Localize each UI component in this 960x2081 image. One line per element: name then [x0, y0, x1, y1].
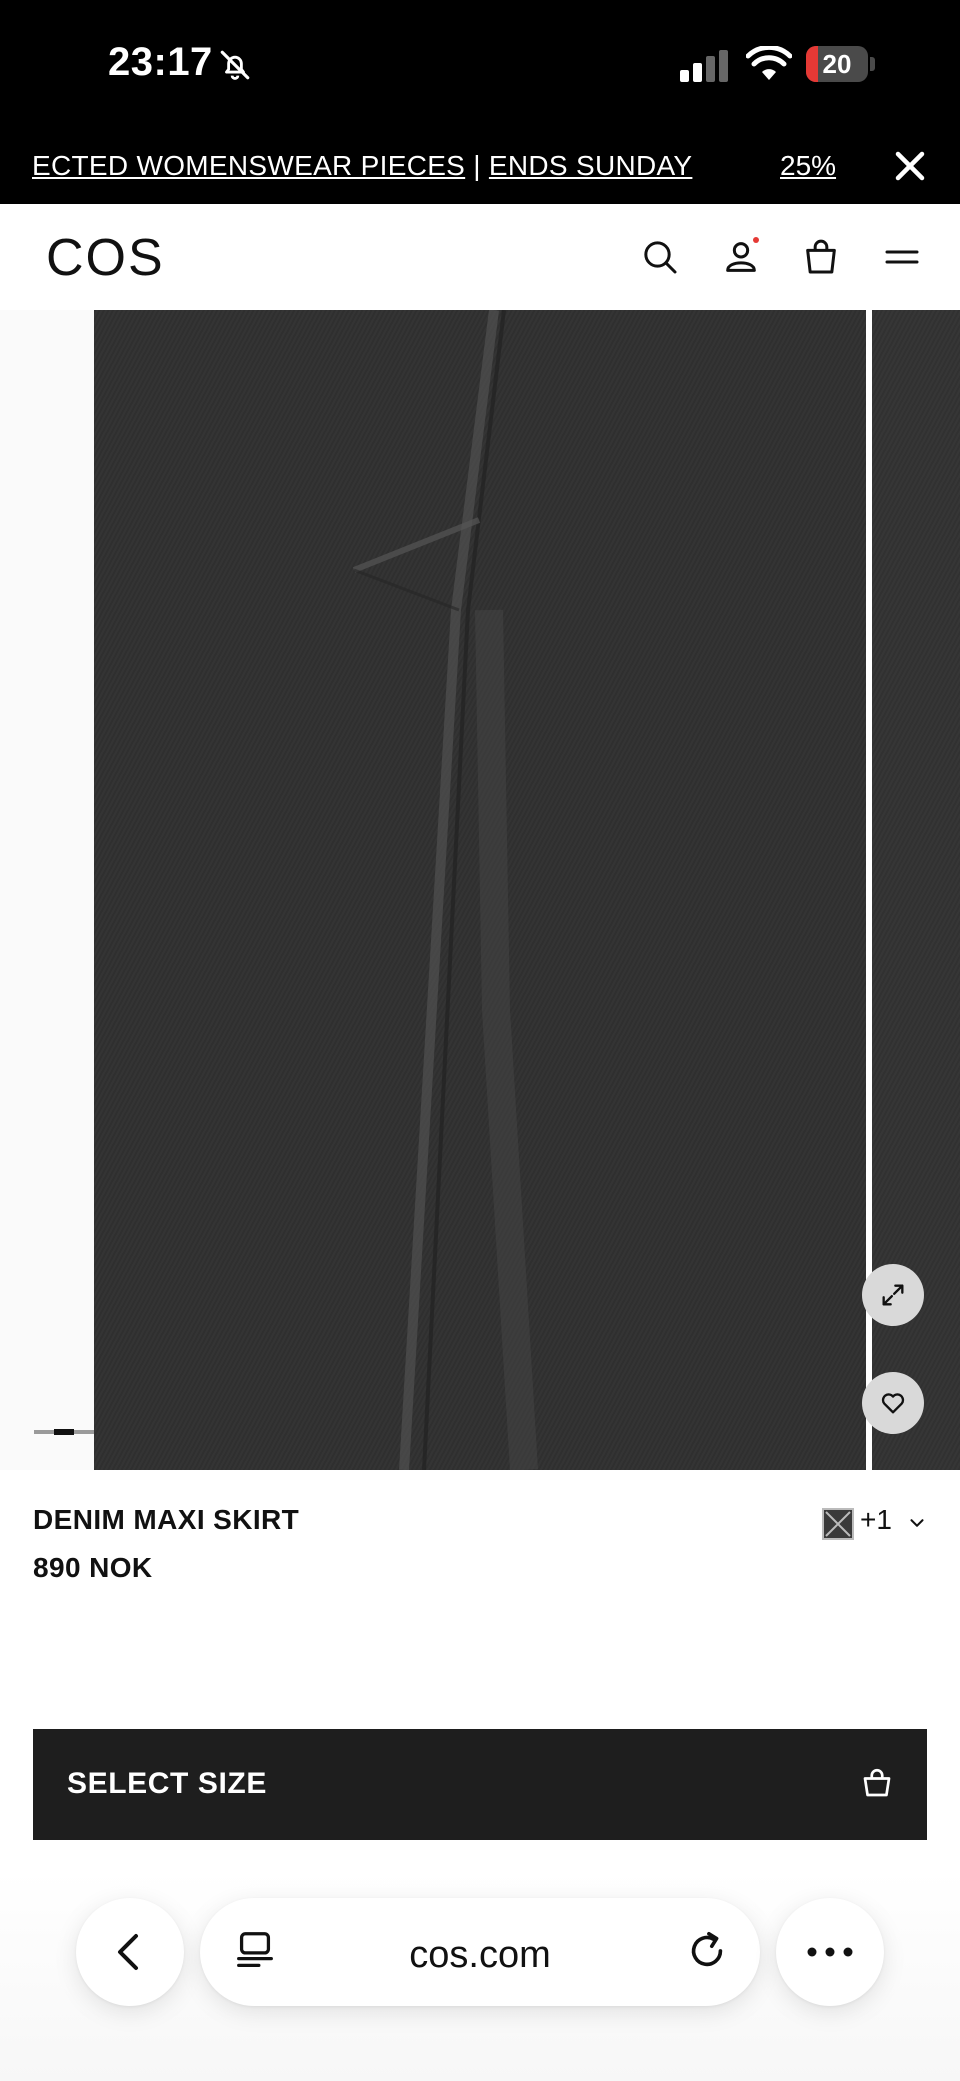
url-text[interactable]: cos.com: [200, 1934, 760, 1977]
status-bar: 23:17 20: [0, 0, 960, 130]
add-to-bag-icon: [863, 1768, 891, 1797]
address-bar[interactable]: cos.com: [200, 1898, 760, 2006]
promo-separator: |: [465, 150, 489, 181]
wifi-icon: [746, 46, 792, 80]
promo-text-start[interactable]: ECTED WOMENSWEAR PIECES: [32, 150, 465, 181]
search-icon[interactable]: [640, 237, 680, 277]
battery-icon: 20: [806, 46, 868, 82]
wishlist-button[interactable]: [862, 1372, 924, 1434]
battery-tip: [870, 57, 875, 71]
product-price: 890 NOK: [33, 1552, 153, 1583]
promo-banner: ECTED WOMENSWEAR PIECES | ENDS SUNDAY 25…: [0, 130, 960, 204]
expand-button[interactable]: [862, 1264, 924, 1326]
bell-slash-icon: [220, 50, 250, 80]
swatch-cross-icon: [825, 1511, 851, 1537]
select-size-label: SELECT SIZE: [67, 1767, 267, 1800]
promo-text[interactable]: ECTED WOMENSWEAR PIECES | ENDS SUNDAY: [32, 150, 692, 182]
back-button[interactable]: [76, 1898, 184, 2006]
site-header: COS: [0, 204, 960, 311]
denim-seam-detail: [352, 310, 538, 1470]
product-name: DENIM MAXI SKIRT: [33, 1504, 300, 1535]
account-icon[interactable]: [721, 237, 761, 277]
battery-level-text: 20: [822, 49, 852, 79]
promo-text-end[interactable]: ENDS SUNDAY: [489, 150, 692, 181]
back-icon: [118, 1934, 138, 1970]
status-time: 23:17: [108, 40, 213, 84]
more-button[interactable]: [776, 1898, 884, 2006]
menu-icon[interactable]: [882, 237, 922, 277]
expand-icon: [882, 1284, 904, 1306]
logo[interactable]: COS: [46, 228, 165, 288]
bag-icon[interactable]: [801, 237, 841, 277]
product-image[interactable]: [94, 310, 866, 1470]
select-size-button[interactable]: SELECT SIZE: [33, 1729, 927, 1840]
heart-icon: [881, 1393, 905, 1414]
gallery-progress-indicator: [54, 1429, 74, 1435]
signal-icon: [680, 50, 728, 82]
close-icon[interactable]: [892, 148, 928, 184]
reload-icon[interactable]: [684, 1928, 730, 1974]
more-icon: [807, 1947, 853, 1957]
chevron-down-icon[interactable]: [906, 1512, 928, 1534]
product-gallery[interactable]: [0, 310, 960, 1470]
color-swatch[interactable]: [822, 1508, 854, 1540]
promo-text-next[interactable]: 25%: [780, 150, 848, 182]
notification-dot: [753, 237, 759, 243]
more-colors-count[interactable]: +1: [860, 1504, 892, 1536]
